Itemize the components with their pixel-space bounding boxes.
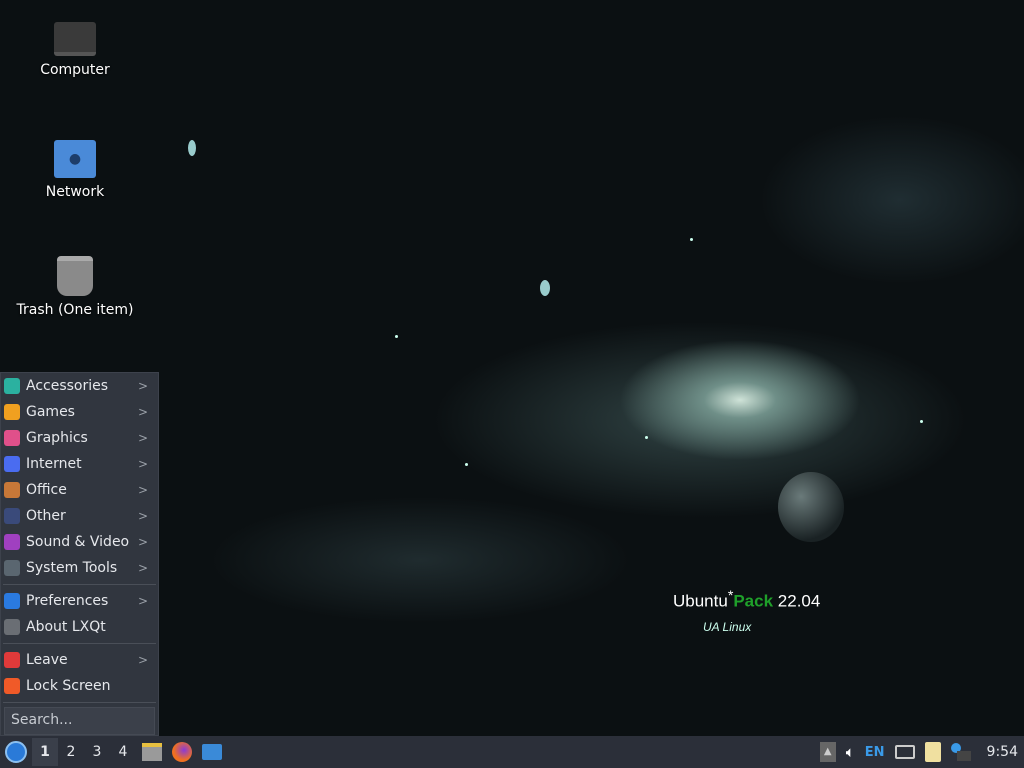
menu-item-internet[interactable]: Internet > (1, 451, 158, 477)
chevron-right-icon: > (137, 379, 148, 393)
application-menu: Accessories > Games > Graphics > Internet > Offi… (0, 372, 159, 736)
workspace-3[interactable]: 3 (84, 738, 110, 766)
volume-icon[interactable]: 🔈︎ (846, 743, 855, 761)
menu-separator (3, 702, 156, 703)
menu-item-leave[interactable]: Leave > (1, 647, 158, 673)
menu-item-label: Games (26, 404, 75, 420)
menu-item-about-lxqt[interactable]: About LXQt (1, 614, 158, 640)
clock[interactable]: 9:54 (987, 744, 1018, 760)
wallpaper-logo: Ubuntu*Pack 22.04 UA Linux (673, 588, 821, 634)
menu-separator (3, 584, 156, 585)
menu-item-other[interactable]: Other > (1, 503, 158, 529)
menu-item-label: Graphics (26, 430, 88, 446)
menu-item-system-tools[interactable]: System Tools > (1, 555, 158, 581)
games-icon (4, 404, 20, 420)
sound-video-icon (4, 534, 20, 550)
chevron-right-icon: > (137, 509, 148, 523)
icon-label: Trash (One item) (16, 302, 134, 318)
workspace-1[interactable]: 1 (32, 738, 58, 766)
menu-search-input[interactable]: Search... (4, 707, 155, 735)
menu-item-label: Office (26, 482, 67, 498)
menu-item-label: Internet (26, 456, 82, 472)
keyboard-layout[interactable]: EN (865, 745, 885, 760)
chevron-right-icon: > (137, 431, 148, 445)
menu-item-preferences[interactable]: Preferences > (1, 588, 158, 614)
chevron-right-icon: > (137, 594, 148, 608)
chevron-right-icon: > (137, 561, 148, 575)
lock-screen-icon (4, 678, 20, 694)
chevron-right-icon: > (137, 653, 148, 667)
chevron-right-icon: > (137, 535, 148, 549)
menu-item-office[interactable]: Office > (1, 477, 158, 503)
menu-item-sound-video[interactable]: Sound & Video > (1, 529, 158, 555)
show-desktop-icon[interactable] (202, 744, 222, 760)
trash-icon (57, 256, 93, 296)
taskbar: 1 2 3 4 ▲ 🔈︎ EN 9:54 (0, 736, 1024, 768)
menu-item-label: Sound & Video (26, 534, 130, 550)
graphics-icon (4, 430, 20, 446)
internet-icon (4, 456, 20, 472)
notification-icon[interactable] (950, 743, 971, 761)
network-folder-icon: ● (54, 140, 96, 178)
main-menu-button[interactable] (0, 736, 32, 768)
desktop-icon-trash[interactable]: Trash (One item) (10, 256, 140, 318)
icon-label: Network (45, 184, 105, 200)
menu-item-games[interactable]: Games > (1, 399, 158, 425)
preferences-icon (4, 593, 20, 609)
other-icon (4, 508, 20, 524)
menu-item-label: System Tools (26, 560, 118, 576)
workspace-2[interactable]: 2 (58, 738, 84, 766)
eject-icon[interactable]: ▲ (819, 742, 836, 762)
desktop-icon-network[interactable]: ● Network (10, 140, 140, 200)
workspace-4[interactable]: 4 (110, 738, 136, 766)
system-tray: ▲ 🔈︎ EN 9:54 (819, 736, 1024, 768)
firefox-icon[interactable] (172, 742, 192, 762)
icon-label: Computer (40, 62, 110, 78)
chevron-right-icon: > (137, 405, 148, 419)
file-manager-icon[interactable] (142, 743, 162, 761)
chevron-right-icon: > (137, 483, 148, 497)
system-tools-icon (4, 560, 20, 576)
chevron-right-icon: > (137, 457, 148, 471)
clipboard-icon[interactable] (924, 742, 941, 762)
menu-separator (3, 643, 156, 644)
menu-item-accessories[interactable]: Accessories > (1, 373, 158, 399)
desktop-icon-computer[interactable]: Computer (10, 22, 140, 78)
network-icon[interactable] (894, 745, 915, 759)
menu-item-graphics[interactable]: Graphics > (1, 425, 158, 451)
accessories-icon (4, 378, 20, 394)
menu-item-label: Other (26, 508, 66, 524)
about-lxqt-icon (4, 619, 20, 635)
menu-item-label: About LXQt (26, 619, 106, 635)
menu-item-label: Accessories (26, 378, 109, 394)
leave-icon (4, 652, 20, 668)
planet (778, 472, 844, 542)
menu-item-label: Leave (26, 652, 68, 668)
lxqt-logo-icon (5, 741, 27, 763)
menu-item-label: Lock Screen (26, 678, 111, 694)
computer-icon (54, 22, 96, 56)
menu-item-label: Preferences (26, 593, 109, 609)
menu-item-lock-screen[interactable]: Lock Screen (1, 673, 158, 699)
office-icon (4, 482, 20, 498)
